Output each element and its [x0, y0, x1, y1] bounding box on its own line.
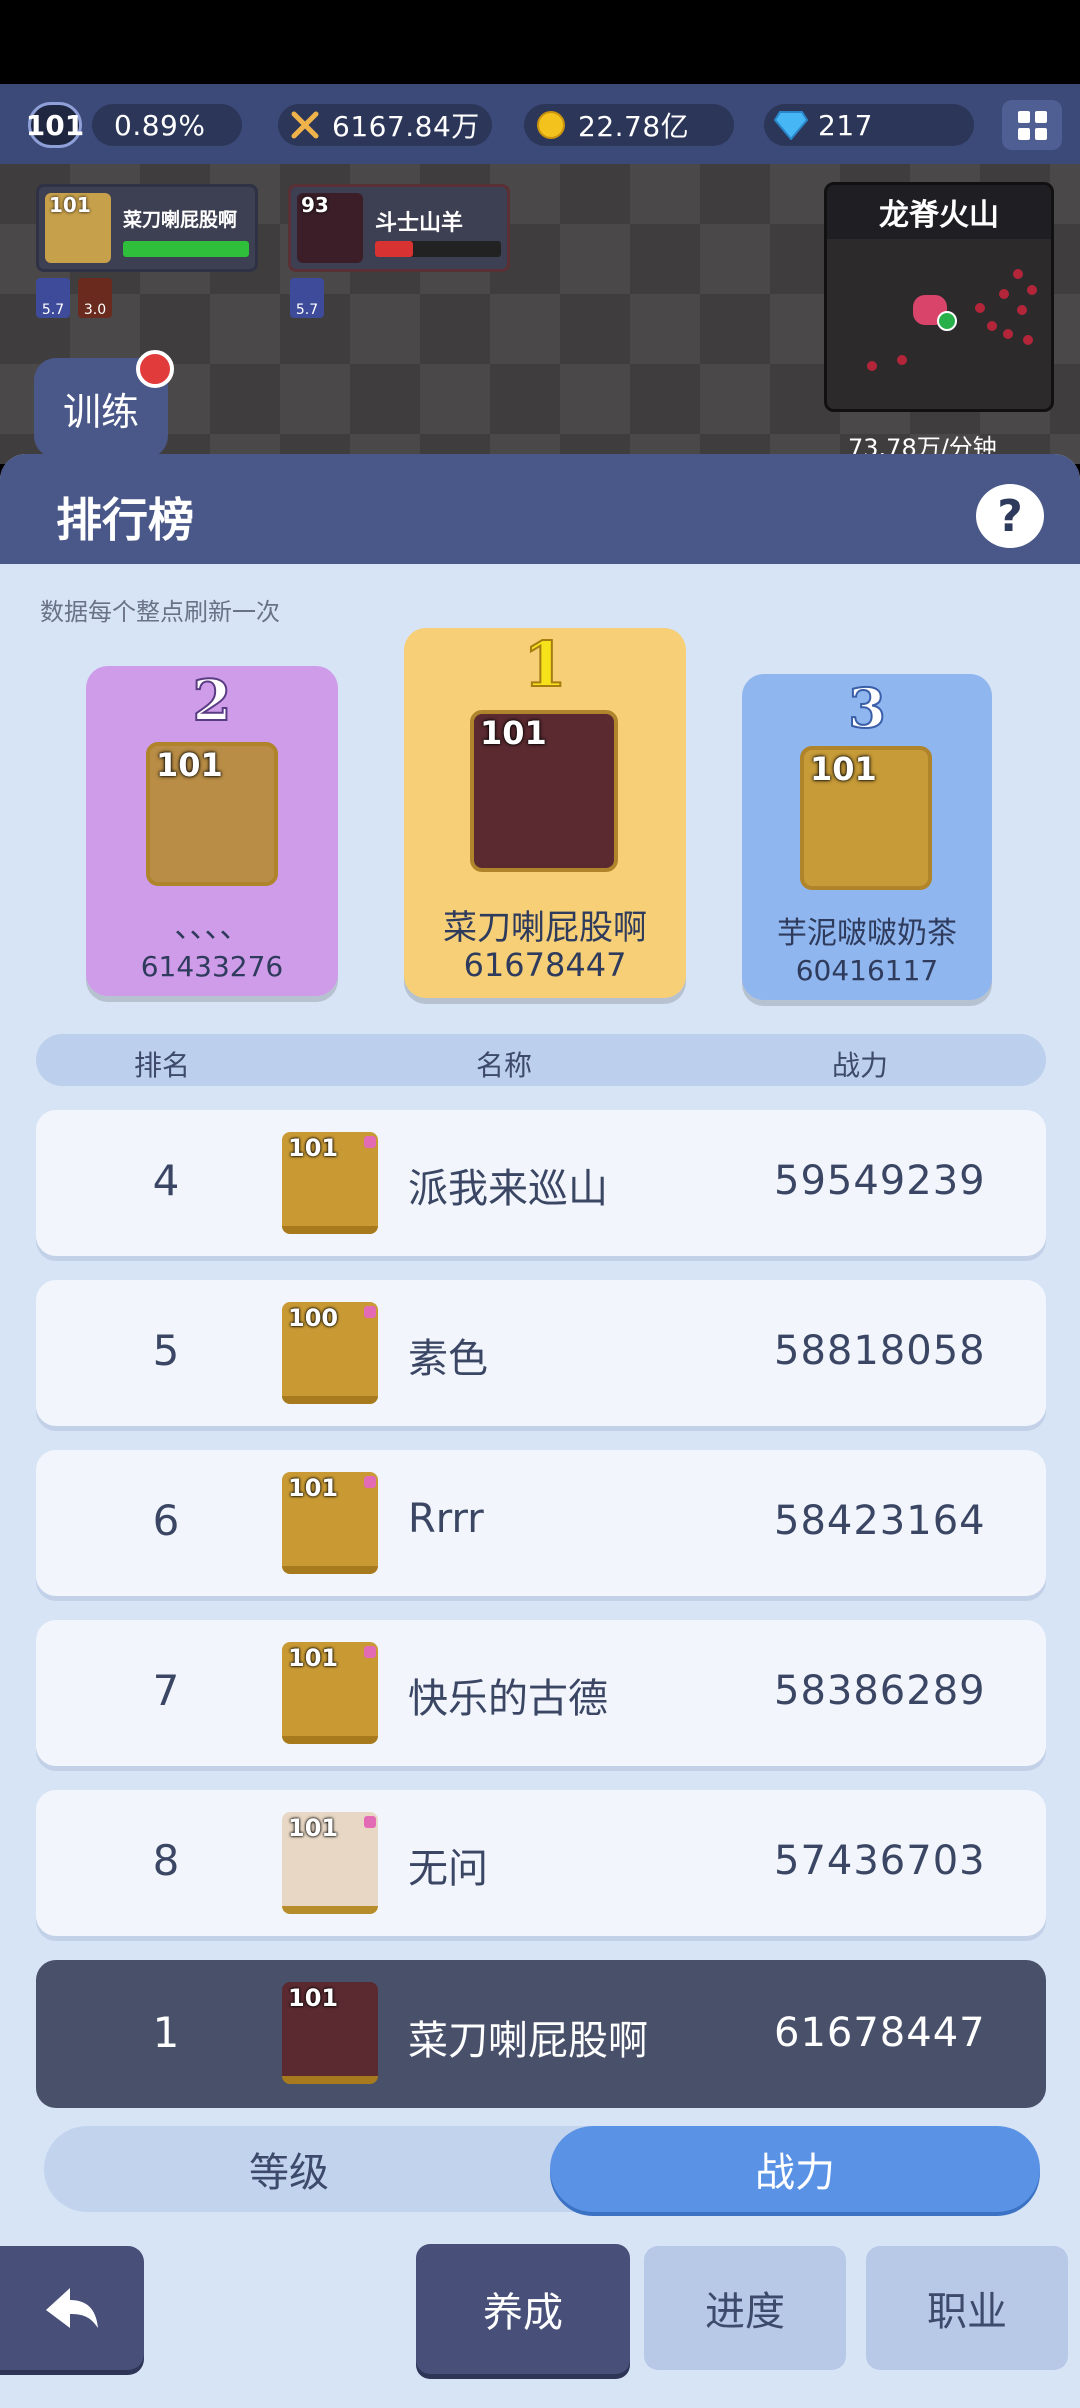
podium-avatar: 101 — [146, 742, 278, 886]
player-marker-icon — [937, 311, 957, 331]
col-rank: 排名 — [134, 1049, 191, 1082]
row-power: 61678447 — [774, 2010, 986, 2056]
podium-rank: 3 — [847, 675, 887, 741]
table-row[interactable]: 6 101 Rrrr 58423164 — [36, 1450, 1046, 1596]
notification-dot — [136, 350, 174, 388]
row-power: 57436703 — [774, 1838, 986, 1884]
back-arrow-icon — [46, 2288, 98, 2328]
unit-name: 菜刀喇屁股啊 — [123, 209, 238, 231]
row-rank: 7 — [152, 1666, 180, 1715]
col-name: 名称 — [476, 1049, 533, 1082]
unit-hp-bar — [123, 241, 249, 257]
row-avatar: 101 — [282, 1132, 378, 1234]
row-avatar: 101 — [282, 1982, 378, 2084]
podium-power: 60416117 — [795, 954, 939, 987]
row-power: 59549239 — [774, 1158, 986, 1204]
row-name: 素色 — [408, 1336, 488, 1382]
row-rank: 1 — [152, 2008, 180, 2057]
combat-pill[interactable]: 6167.84万 — [278, 104, 492, 146]
podium-rank: 1 — [522, 627, 567, 702]
unit-level: 93 — [301, 193, 329, 217]
panel-title: 排行榜 — [56, 493, 194, 547]
unit-level: 101 — [49, 193, 91, 217]
gold-value: 22.78亿 — [578, 110, 690, 143]
menu-grid-button[interactable] — [1002, 100, 1062, 150]
podium-name: 、、、、 — [174, 910, 250, 945]
progress-button[interactable]: 进度 — [644, 2246, 846, 2370]
unit-hp-bar — [375, 241, 501, 257]
podium-rank: 2 — [192, 667, 233, 735]
row-power: 58423164 — [774, 1498, 986, 1544]
row-avatar: 101 — [282, 1642, 378, 1744]
map-title: 龙脊火山 — [827, 185, 1051, 239]
back-button[interactable] — [0, 2246, 144, 2370]
cultivate-button[interactable]: 养成 — [416, 2244, 630, 2374]
table-row[interactable]: 7 101 快乐的古德 58386289 — [36, 1620, 1046, 1766]
row-name: 无问 — [408, 1846, 488, 1892]
podium-power: 61678447 — [463, 946, 627, 984]
row-name: 快乐的古德 — [408, 1676, 608, 1722]
buff-icon: 3.0 — [78, 278, 112, 318]
avatar-level: 101 — [810, 750, 877, 788]
ally-unit-card[interactable]: 101 菜刀喇屁股啊 — [36, 184, 258, 272]
row-name: Rrrr — [408, 1496, 484, 1542]
my-rank-row[interactable]: 1 101 菜刀喇屁股啊 61678447 — [36, 1960, 1046, 2108]
gem-pill[interactable]: 217 — [764, 104, 974, 146]
podium-name: 菜刀喇屁股啊 — [443, 908, 647, 948]
diamond-icon — [774, 108, 808, 142]
podium-rank-1[interactable]: 1 101 菜刀喇屁股啊 61678447 — [404, 627, 686, 998]
podium-avatar: 101 — [800, 746, 932, 890]
status-bar — [0, 0, 1080, 84]
minimap[interactable]: 龙脊火山 — [824, 182, 1054, 412]
rank-type-toggle: 等级 战力 — [44, 2126, 1040, 2212]
panel-header: 排行榜 ? — [0, 454, 1080, 564]
unit-name: 斗士山羊 — [375, 211, 464, 236]
help-button[interactable]: ? — [976, 484, 1044, 548]
coin-icon — [534, 108, 568, 142]
table-row[interactable]: 5 100 素色 58818058 — [36, 1280, 1046, 1426]
row-rank: 5 — [152, 1326, 180, 1375]
gold-pill[interactable]: 22.78亿 — [524, 104, 734, 146]
swords-icon — [288, 108, 322, 142]
podium-rank-2[interactable]: 2 101 、、、、 61433276 — [86, 666, 338, 996]
table-row[interactable]: 4 101 派我来巡山 59549239 — [36, 1110, 1046, 1256]
row-avatar: 101 — [282, 1472, 378, 1574]
refresh-note: 数据每个整点刷新一次 — [40, 598, 280, 626]
podium-avatar: 101 — [470, 710, 618, 872]
row-name: 派我来巡山 — [408, 1166, 608, 1212]
table-row[interactable]: 8 101 无问 57436703 — [36, 1790, 1046, 1936]
player-level-badge[interactable]: 101 — [26, 102, 84, 148]
gem-value: 217 — [818, 108, 873, 142]
col-power: 战力 — [832, 1049, 889, 1082]
buff-icon: 5.7 — [290, 278, 324, 318]
row-name: 菜刀喇屁股啊 — [408, 2018, 648, 2064]
row-avatar: 100 — [282, 1302, 378, 1404]
podium-power: 61433276 — [140, 950, 284, 983]
avatar-level: 101 — [156, 746, 223, 784]
row-rank: 8 — [152, 1836, 180, 1885]
row-avatar: 101 — [282, 1812, 378, 1914]
job-button[interactable]: 职业 — [866, 2246, 1068, 2370]
avatar-level: 101 — [480, 714, 547, 752]
row-power: 58818058 — [774, 1328, 986, 1374]
buff-icon: 5.7 — [36, 278, 70, 318]
row-power: 58386289 — [774, 1668, 986, 1714]
podium-name: 芋泥啵啵奶茶 — [777, 916, 957, 951]
podium-rank-3[interactable]: 3 101 芋泥啵啵奶茶 60416117 — [742, 674, 992, 1000]
row-rank: 6 — [152, 1496, 180, 1545]
exp-pill: 0.89% — [92, 104, 242, 146]
exp-value: 0.89% — [114, 108, 206, 142]
row-rank: 4 — [152, 1156, 180, 1205]
tab-level[interactable]: 等级 — [44, 2126, 534, 2212]
combat-value: 6167.84万 — [332, 110, 480, 143]
table-header: 排名 名称 战力 — [36, 1034, 1046, 1086]
tab-power[interactable]: 战力 — [550, 2126, 1040, 2212]
enemy-unit-card[interactable]: 93 斗士山羊 — [288, 184, 510, 272]
leaderboard-panel: 排行榜 ? 数据每个整点刷新一次 2 101 、、、、 61433276 1 1… — [0, 454, 1080, 2408]
